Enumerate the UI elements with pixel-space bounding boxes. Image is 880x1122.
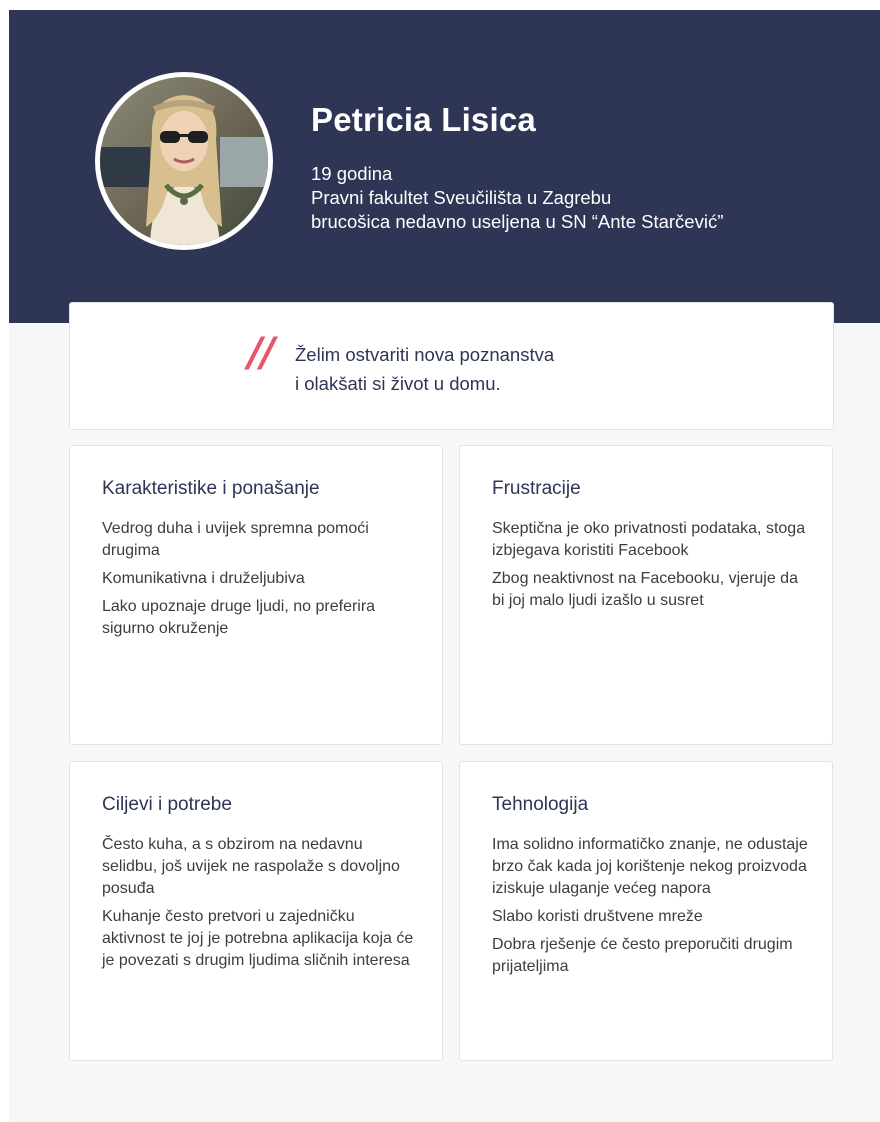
list-item: Komunikativna i druželjubiva: [102, 570, 305, 587]
card-list: Skeptična je oko privatnosti podataka, s…: [492, 518, 812, 618]
card-list: Često kuha, a s obzirom na nedavnu selid…: [102, 834, 422, 978]
list-item: Kuhanje često pretvori u zajedničku akti…: [102, 908, 414, 969]
card-title: Karakteristike i ponašanje: [102, 478, 320, 499]
list-item: Lako upoznaje druge ljudi, no preferira …: [102, 598, 376, 637]
card-list: Vedrog duha i uvijek spremna pomoći drug…: [102, 518, 422, 646]
portrait-image: [100, 77, 268, 245]
list-item: Vedrog duha i uvijek spremna pomoći drug…: [102, 520, 369, 559]
list-item: Slabo koristi društvene mreže: [492, 908, 703, 925]
card-frustrations: Frustracije Skeptična je oko privatnosti…: [459, 445, 833, 745]
persona-sheet: Petricia Lisica 19 godina Pravni fakulte…: [9, 10, 880, 1122]
persona-age: 19 godina: [311, 163, 393, 184]
card-goals-needs: Ciljevi i potrebe Često kuha, a s obziro…: [69, 761, 443, 1061]
profile-header: Petricia Lisica 19 godina Pravni fakulte…: [9, 10, 880, 323]
quote-line: Želim ostvariti nova poznanstva: [295, 344, 555, 365]
list-item: Skeptična je oko privatnosti podataka, s…: [492, 520, 806, 559]
card-list: Ima solidno informatičko znanje, ne odus…: [492, 834, 812, 984]
card-title: Ciljevi i potrebe: [102, 794, 232, 815]
persona-faculty: Pravni fakultet Sveučilišta u Zagrebu: [311, 187, 612, 208]
quote-line: i olakšati si život u domu.: [295, 373, 501, 394]
quote-mark-icon: //: [248, 330, 275, 376]
list-item: Dobra rješenje će često preporučiti drug…: [492, 936, 793, 975]
persona-name: Petricia Lisica: [311, 101, 536, 138]
card-title: Frustracije: [492, 478, 581, 499]
list-item: Ima solidno informatičko znanje, ne odus…: [492, 836, 808, 897]
card-characteristics: Karakteristike i ponašanje Vedrog duha i…: [69, 445, 443, 745]
list-item: Zbog neaktivnost na Facebooku, vjeruje d…: [492, 570, 798, 609]
profile-photo: [95, 72, 273, 250]
quote-card: // Želim ostvariti nova poznanstva i ola…: [69, 302, 834, 430]
persona-status: brucošica nedavno useljena u SN “Ante St…: [311, 211, 724, 232]
profile-details: Petricia Lisica 19 godina Pravni fakulte…: [311, 100, 723, 234]
list-item: Često kuha, a s obzirom na nedavnu selid…: [102, 836, 400, 897]
card-title: Tehnologija: [492, 794, 589, 815]
card-technology: Tehnologija Ima solidno informatičko zna…: [459, 761, 833, 1061]
quote-text: Želim ostvariti nova poznanstva i olakša…: [295, 340, 554, 398]
